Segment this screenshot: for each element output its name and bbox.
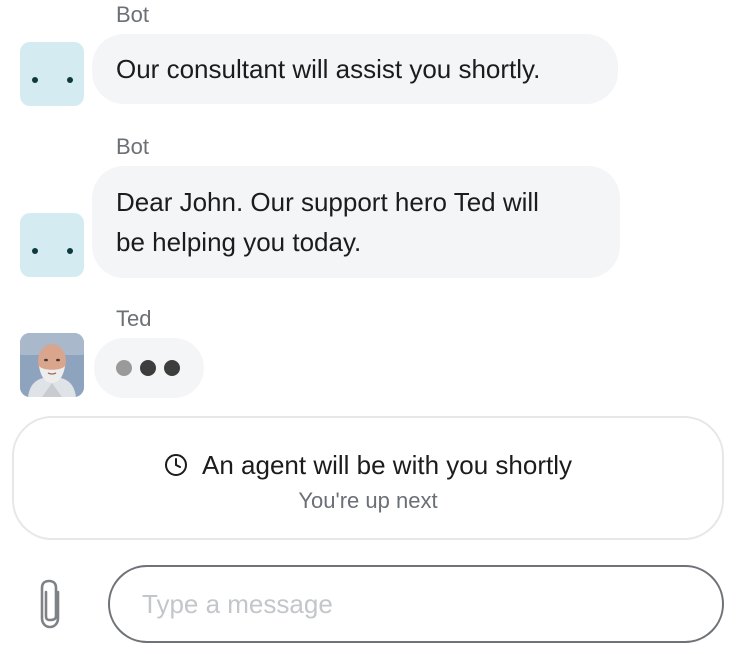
clock-icon [164,453,188,484]
typing-indicator [94,338,204,398]
message-input[interactable] [108,565,724,643]
message-bubble: Our consultant will assist you shortly. [92,34,618,104]
message-bubble: Dear John. Our support hero Ted will be … [92,166,620,278]
queue-status-card: An agent will be with you shortly You're… [12,416,724,540]
message-text: Our consultant will assist you shortly. [116,54,541,84]
queue-title: An agent will be with you shortly [202,450,572,480]
message-text-line: Dear John. Our support hero Ted will [116,187,539,217]
message-sender: Bot [116,134,150,159]
queue-subtitle: You're up next [298,488,438,513]
agent-avatar [20,333,84,397]
message-sender: Bot [116,2,150,27]
paperclip-icon[interactable] [36,578,68,630]
message-text-line: be helping you today. [116,227,362,257]
bot-avatar-icon [20,42,84,106]
message-sender: Ted [116,306,152,331]
bot-avatar-icon [20,213,84,277]
